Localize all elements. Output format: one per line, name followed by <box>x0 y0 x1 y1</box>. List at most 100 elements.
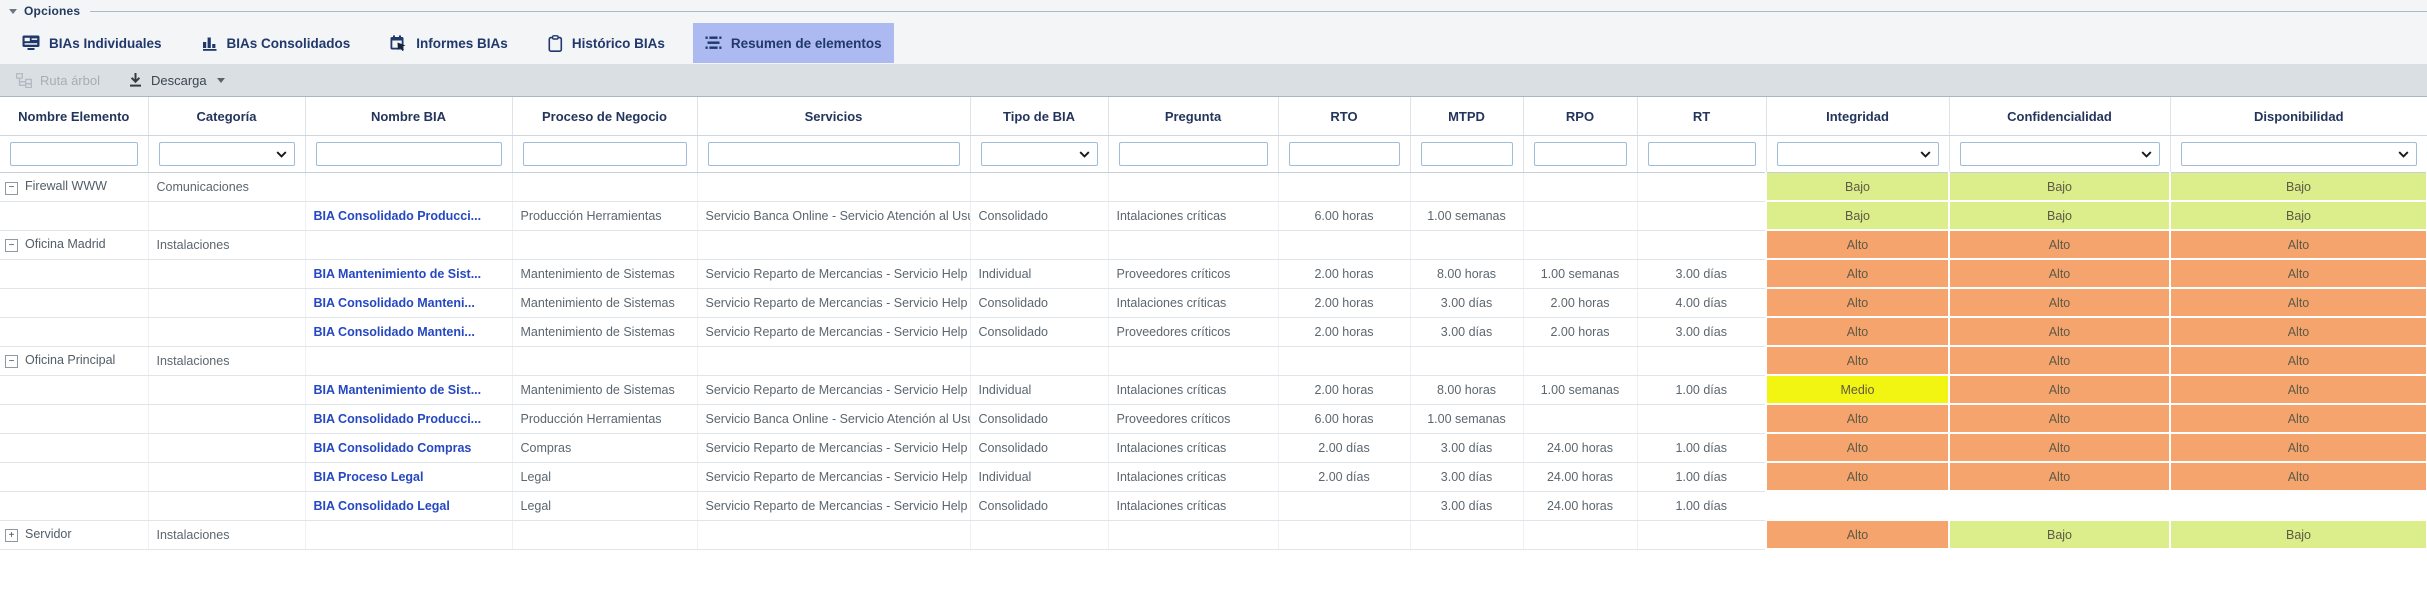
expand-toggle-icon[interactable]: + <box>5 529 18 542</box>
cell-nombre_bia: BIA Consolidado Compras <box>305 433 512 462</box>
chevron-down-icon <box>2141 151 2152 158</box>
cell-nombre_elemento <box>0 259 148 288</box>
cell-rto: 2.00 horas <box>1278 317 1410 346</box>
collapse-toggle-icon[interactable]: − <box>5 182 18 195</box>
tab-historico-bias[interactable]: Histórico BIAs <box>536 23 677 63</box>
bia-link[interactable]: BIA Consolidado Manteni... <box>314 325 475 339</box>
cell-rpo <box>1523 520 1637 549</box>
column-header-mtpd: MTPD <box>1410 97 1523 136</box>
collapse-toggle-icon[interactable]: − <box>5 239 18 252</box>
ruta-arbol-label: Ruta árbol <box>40 73 100 88</box>
cell-mtpd <box>1410 230 1523 259</box>
cell-confidencialidad: Alto <box>1949 230 2170 259</box>
table-row: BIA Mantenimiento de Sist...Mantenimient… <box>0 259 2427 288</box>
bia-link[interactable]: BIA Mantenimiento de Sist... <box>314 383 482 397</box>
chevron-down-icon <box>1079 151 1090 158</box>
cell-pregunta: Intalaciones críticas <box>1108 491 1278 520</box>
cell-tipo: Consolidado <box>970 433 1108 462</box>
bia-link[interactable]: BIA Consolidado Compras <box>314 441 472 455</box>
cell-nombre_bia: BIA Mantenimiento de Sist... <box>305 259 512 288</box>
cell-mtpd: 8.00 horas <box>1410 259 1523 288</box>
filter-cell-pregunta <box>1108 136 1278 173</box>
cell-pregunta <box>1108 520 1278 549</box>
cell-tipo: Consolidado <box>970 288 1108 317</box>
descarga-button[interactable]: Descarga <box>128 72 225 88</box>
nombre_bia-filter-input[interactable] <box>316 142 502 166</box>
cell-disponibilidad: Alto <box>2170 462 2427 491</box>
integridad-filter-select[interactable] <box>1777 142 1939 166</box>
chevron-down-icon <box>217 78 225 83</box>
bia-link[interactable]: BIA Mantenimiento de Sist... <box>314 267 482 281</box>
cell-proceso: Mantenimiento de Sistemas <box>512 288 697 317</box>
column-header-nombre_elemento: Nombre Elemento <box>0 97 148 136</box>
tab-label: Resumen de elementos <box>731 36 882 51</box>
chevron-down-icon <box>1920 151 1931 158</box>
tipo-filter-select[interactable] <box>981 142 1098 166</box>
bia-link[interactable]: BIA Consolidado Producci... <box>314 412 482 426</box>
cell-rt: 1.00 días <box>1637 375 1766 404</box>
proceso-filter-input[interactable] <box>523 142 687 166</box>
collapse-toggle-icon[interactable]: − <box>5 355 18 368</box>
tab-informes-bias[interactable]: Informes BIAs <box>378 23 520 63</box>
cell-nombre_elemento <box>0 404 148 433</box>
cell-pregunta <box>1108 346 1278 375</box>
cell-mtpd: 3.00 días <box>1410 491 1523 520</box>
cell-rt <box>1637 173 1766 202</box>
cell-disponibilidad: Bajo <box>2170 201 2427 230</box>
mtpd-filter-input[interactable] <box>1421 142 1513 166</box>
element-name: Firewall WWW <box>25 179 107 193</box>
cell-categoria <box>148 433 305 462</box>
cell-mtpd: 8.00 horas <box>1410 375 1523 404</box>
categoria-filter-select[interactable] <box>159 142 295 166</box>
filter-cell-nombre_bia <box>305 136 512 173</box>
nombre_elemento-filter-input[interactable] <box>10 142 138 166</box>
column-header-integridad: Integridad <box>1766 97 1949 136</box>
chevron-down-icon <box>2398 151 2409 158</box>
cell-rt <box>1637 346 1766 375</box>
bia-link[interactable]: BIA Proceso Legal <box>314 470 424 484</box>
cell-nombre_bia: BIA Consolidado Producci... <box>305 201 512 230</box>
servicios-filter-input[interactable] <box>708 142 960 166</box>
collapse-arrow-icon[interactable] <box>9 9 17 14</box>
calendar-cursor-icon <box>390 35 407 52</box>
tab-bias-individuales[interactable]: BIAs Individuales <box>10 23 174 63</box>
cell-mtpd <box>1410 173 1523 202</box>
cell-rto <box>1278 346 1410 375</box>
tree-icon <box>16 73 32 88</box>
confidencialidad-filter-select[interactable] <box>1960 142 2160 166</box>
element-name: Oficina Madrid <box>25 237 106 251</box>
tab-bias-consolidados[interactable]: BIAs Consolidados <box>190 23 363 63</box>
pregunta-filter-input[interactable] <box>1119 142 1268 166</box>
cell-integridad: Medio <box>1766 375 1949 404</box>
filter-cell-integridad <box>1766 136 1949 173</box>
cell-rt: 3.00 días <box>1637 259 1766 288</box>
table-row: −Firewall WWWComunicacionesBajoBajoBajo <box>0 173 2427 202</box>
filter-cell-tipo <box>970 136 1108 173</box>
cell-rpo: 24.00 horas <box>1523 462 1637 491</box>
cell-integridad: Alto <box>1766 433 1949 462</box>
tab-label: BIAs Individuales <box>49 36 162 51</box>
rto-filter-input[interactable] <box>1289 142 1400 166</box>
rt-filter-input[interactable] <box>1648 142 1756 166</box>
cell-pregunta <box>1108 173 1278 202</box>
column-header-nombre_bia: Nombre BIA <box>305 97 512 136</box>
cell-integridad: Alto <box>1766 288 1949 317</box>
cell-servicios: Servicio Banca Online - Servicio Atenció… <box>697 201 970 230</box>
ruta-arbol-button[interactable]: Ruta árbol <box>16 73 100 88</box>
cell-categoria <box>148 317 305 346</box>
panel-title: Opciones <box>24 4 80 18</box>
monitor-report-icon <box>22 35 40 51</box>
cell-disponibilidad: Alto <box>2170 259 2427 288</box>
cell-rt: 1.00 días <box>1637 433 1766 462</box>
cell-rto: 2.00 días <box>1278 462 1410 491</box>
cell-confidencialidad: Alto <box>1949 433 2170 462</box>
cell-mtpd: 1.00 semanas <box>1410 404 1523 433</box>
tab-resumen-de-elementos[interactable]: Resumen de elementos <box>693 23 894 63</box>
bia-link[interactable]: BIA Consolidado Manteni... <box>314 296 475 310</box>
bia-link[interactable]: BIA Consolidado Producci... <box>314 209 482 223</box>
rpo-filter-input[interactable] <box>1534 142 1627 166</box>
cell-nombre_bia <box>305 173 512 202</box>
bia-link[interactable]: BIA Consolidado Legal <box>314 499 450 513</box>
cell-tipo: Consolidado <box>970 317 1108 346</box>
disponibilidad-filter-select[interactable] <box>2181 142 2418 166</box>
